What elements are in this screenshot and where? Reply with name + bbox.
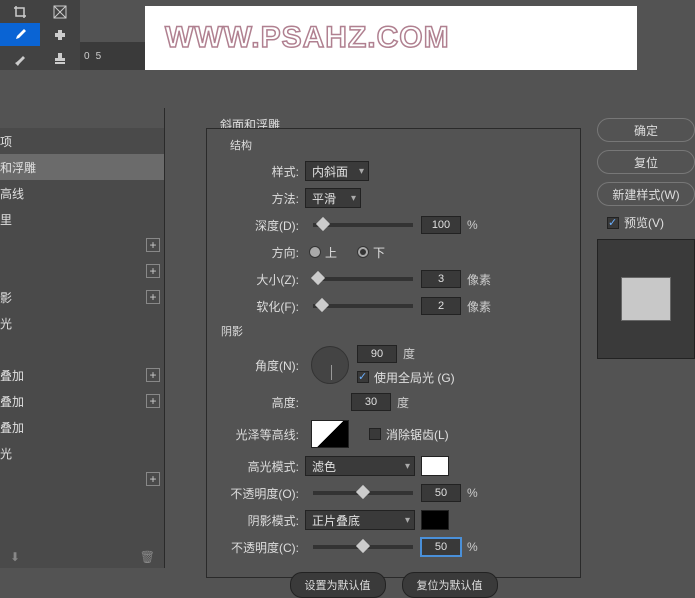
style-item-contour[interactable]: 高线 (0, 180, 164, 206)
reset-default-button[interactable]: 复位为默认值 (402, 572, 498, 598)
ruler-mark-0: 0 (84, 51, 90, 62)
style-select[interactable]: 内斜面 (305, 161, 369, 181)
tool-brush[interactable] (0, 47, 40, 70)
styles-list: 项 和浮雕 高线 里 + + 影+ 光 叠加+ 叠加+ 叠加 光 + ⬇ 🗑 (0, 108, 165, 568)
add-icon[interactable]: + (146, 264, 160, 278)
shadow-color-swatch[interactable] (421, 510, 449, 530)
unit-px: 像素 (467, 271, 491, 288)
preview-checkbox[interactable] (607, 217, 619, 229)
tool-stamp[interactable] (40, 47, 80, 70)
tool-frame[interactable] (40, 0, 80, 23)
style-item-spacer (0, 336, 164, 362)
cancel-button[interactable]: 复位 (597, 150, 695, 174)
add-icon[interactable]: + (146, 238, 160, 252)
canvas-area: WWW.PSAHZ.COM (145, 6, 637, 70)
soften-slider[interactable] (313, 304, 413, 308)
style-item-texture[interactable]: 里 (0, 206, 164, 232)
label-depth: 深度(D): (219, 217, 305, 234)
depth-slider[interactable] (313, 223, 413, 227)
depth-input[interactable] (421, 216, 461, 234)
trash-icon[interactable]: 🗑 (140, 550, 155, 564)
altitude-input[interactable] (351, 393, 391, 411)
soften-input[interactable] (421, 297, 461, 315)
label-technique: 方法: (219, 190, 305, 207)
add-icon[interactable]: + (146, 394, 160, 408)
shadow-opacity-input[interactable] (421, 538, 461, 556)
label-direction: 方向: (219, 244, 305, 261)
antialias-checkbox[interactable] (369, 428, 381, 440)
group-shadow-label: 阴影 (221, 323, 568, 339)
highlight-opacity-input[interactable] (421, 484, 461, 502)
make-default-button[interactable]: 设置为默认值 (290, 572, 386, 598)
technique-select[interactable]: 平滑 (305, 188, 361, 208)
shadow-opacity-slider[interactable] (313, 545, 413, 549)
style-item-bevel[interactable]: 和浮雕 (0, 154, 164, 180)
highlight-mode-select[interactable]: 滤色 (305, 456, 415, 476)
gloss-contour-picker[interactable] (311, 420, 349, 448)
radio-up[interactable] (309, 246, 321, 258)
watermark-text: WWW.PSAHZ.COM (165, 21, 450, 55)
label-opacity-c: 不透明度(C): (219, 539, 305, 556)
label-style: 样式: (219, 163, 305, 180)
add-icon[interactable]: + (146, 472, 160, 486)
app-topbar: 0 5 WWW.PSAHZ.COM (0, 0, 695, 70)
size-input[interactable] (421, 270, 461, 288)
antialias-label: 消除锯齿(L) (386, 426, 449, 443)
label-altitude: 高度: (219, 394, 305, 411)
layer-style-dialog: 项 和浮雕 高线 里 + + 影+ 光 叠加+ 叠加+ 叠加 光 + ⬇ 🗑 斜… (0, 108, 695, 593)
size-slider[interactable] (313, 277, 413, 281)
label-gloss: 光泽等高线: (219, 426, 305, 443)
highlight-opacity-slider[interactable] (313, 491, 413, 495)
label-size: 大小(Z): (219, 271, 305, 288)
style-preview-thumbnail (597, 239, 695, 359)
style-item-gradient-overlay[interactable]: 叠加+ (0, 388, 164, 414)
new-style-button[interactable]: 新建样式(W) (597, 182, 695, 206)
style-item-inner-glow[interactable]: 影+ (0, 284, 164, 310)
preview-label: 预览(V) (624, 214, 664, 231)
tool-palette (0, 0, 80, 70)
ok-button[interactable]: 确定 (597, 118, 695, 142)
label-highlight-mode: 高光模式: (219, 458, 305, 475)
unit-percent: % (467, 218, 478, 232)
add-icon[interactable]: + (146, 290, 160, 304)
label-soften: 软化(F): (219, 298, 305, 315)
tool-eyedropper[interactable] (0, 23, 40, 46)
highlight-color-swatch[interactable] (421, 456, 449, 476)
angle-dial[interactable] (311, 346, 349, 384)
style-item-inner-shadow[interactable]: + (0, 258, 164, 284)
fx-icon[interactable]: ⬇ (10, 550, 20, 564)
style-item-blend[interactable]: 项 (0, 128, 164, 154)
radio-down[interactable] (357, 246, 369, 258)
label-shadow-mode: 阴影模式: (219, 512, 305, 529)
global-light-checkbox[interactable] (357, 371, 369, 383)
style-item-color-overlay[interactable]: 叠加+ (0, 362, 164, 388)
ruler: 0 5 (80, 42, 145, 70)
style-item-stroke[interactable]: + (0, 232, 164, 258)
dialog-right-column: 确定 复位 新建样式(W) 预览(V) (597, 118, 695, 359)
style-item-satin[interactable]: 光 (0, 310, 164, 336)
style-item-outer-glow[interactable]: 光 (0, 440, 164, 466)
unit-px: 像素 (467, 298, 491, 315)
global-light-label: 使用全局光 (G) (374, 369, 455, 386)
style-item-drop-shadow[interactable]: + (0, 466, 164, 492)
bevel-settings-panel: 结构 样式: 内斜面 方法: 平滑 深度(D): % 方向: 上 下 大小(Z)… (206, 128, 581, 578)
label-opacity-o: 不透明度(O): (219, 485, 305, 502)
group-structure-label: 结构 (227, 137, 255, 153)
style-item-pattern-overlay[interactable]: 叠加 (0, 414, 164, 440)
add-icon[interactable]: + (146, 368, 160, 382)
angle-input[interactable] (357, 345, 397, 363)
label-angle: 角度(N): (219, 357, 305, 374)
tool-heal[interactable] (40, 23, 80, 46)
shadow-mode-select[interactable]: 正片叠底 (305, 510, 415, 530)
tool-crop[interactable] (0, 0, 40, 23)
ruler-mark-5: 5 (96, 51, 102, 62)
